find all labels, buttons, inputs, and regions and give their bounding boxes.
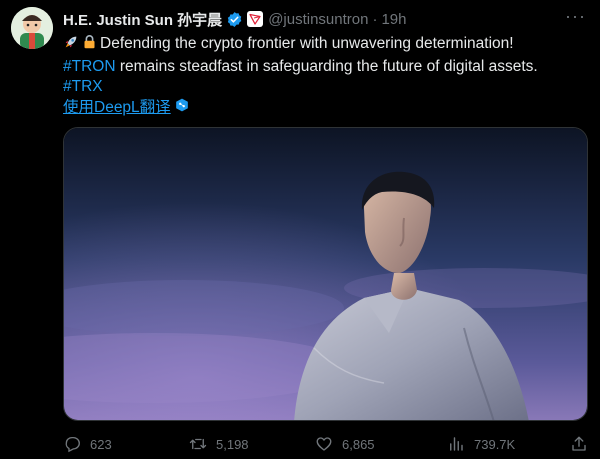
tweet-text-line2: remains steadfast in safeguarding the fu… [115,57,538,75]
tweet-media-image[interactable] [63,127,588,421]
views-chart-icon [447,435,465,453]
tweet-text-line1: Defending the crypto frontier with unwav… [100,35,514,52]
tron-logo-icon[interactable] [247,11,264,27]
tweet-text: Defending the crypto frontier with unwav… [63,34,588,118]
like-button[interactable]: 6,865 [315,435,447,453]
tweet-header: H.E. Justin Sun 孙宇晨 @justinsuntron · 19h… [63,7,586,30]
share-icon [570,435,588,453]
rocket-icon [63,34,79,57]
like-count: 6,865 [342,436,375,452]
views-count: 739.7K [474,436,516,452]
display-name[interactable]: H.E. Justin Sun 孙宇晨 [63,9,222,30]
reply-button[interactable]: 623 [63,435,189,453]
hashtag-tron-link[interactable]: #TRON [63,58,116,75]
verified-badge-icon[interactable] [226,11,243,28]
tweet-line-4: 使用DeepL翻译 [63,98,588,119]
translate-label[interactable]: 使用DeepL翻译 [63,98,171,119]
more-options-icon[interactable]: ··· [565,7,586,25]
deepl-icon [175,98,189,119]
tweet-actions: 623 5,198 6,865 739.7K [63,432,588,456]
user-handle[interactable]: @justinsuntron [268,11,368,28]
tweet-line-2: #TRON remains steadfast in safeguarding … [63,57,588,78]
lock-icon [82,34,97,57]
views-button[interactable]: 739.7K [447,435,560,453]
reply-icon [63,435,81,453]
retweet-count: 5,198 [216,436,249,452]
retweet-button[interactable]: 5,198 [189,435,315,453]
heart-icon [315,435,333,453]
timestamp[interactable]: 19h [381,11,406,28]
translate-link[interactable]: 使用DeepL翻译 [63,98,189,119]
tweet-line-3: #TRX [63,77,588,98]
reply-count: 623 [90,436,112,452]
separator-dot: · [372,10,378,28]
share-button[interactable] [560,435,588,453]
avatar[interactable] [11,7,53,49]
retweet-icon [189,435,207,453]
tweet-line-1: Defending the crypto frontier with unwav… [63,34,588,57]
hashtag-trx-link[interactable]: #TRX [63,78,103,95]
